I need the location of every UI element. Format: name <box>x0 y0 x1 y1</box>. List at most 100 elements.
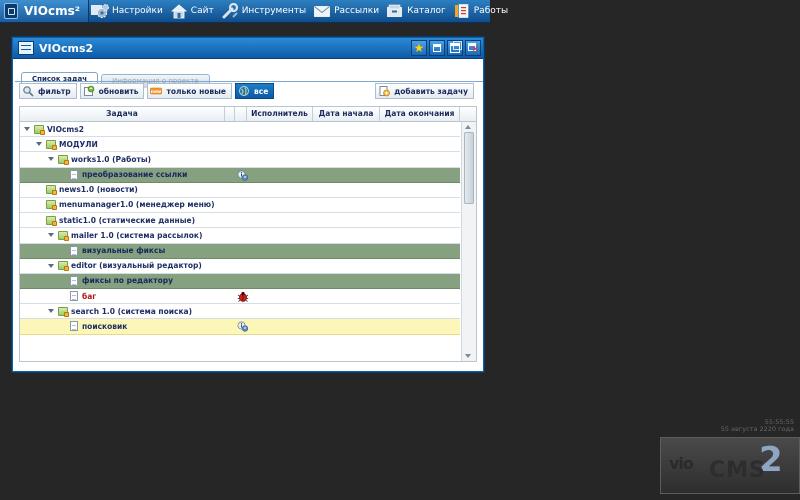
tasks-icon <box>453 3 471 19</box>
minimize-button[interactable] <box>429 40 445 56</box>
task-cell: поисковик <box>70 319 127 333</box>
lock-icon <box>4 3 18 19</box>
menu-item-mailings[interactable]: Рассылки <box>311 0 384 22</box>
project-folder-icon <box>58 230 69 241</box>
clock: 55:55:55 55 августа 2220 года <box>721 419 794 433</box>
menu-item-tools[interactable]: Инструменты <box>219 0 311 22</box>
menu-item-settings[interactable]: Настройки <box>89 0 168 22</box>
task-row[interactable]: search 1.0 (система поиска) <box>20 304 460 320</box>
column-task[interactable]: Задача <box>20 107 225 121</box>
task-cell: баг <box>70 289 96 303</box>
info-icon[interactable] <box>237 321 249 333</box>
task-cell: search 1.0 (система поиска) <box>48 304 192 318</box>
catalog-icon <box>386 3 404 19</box>
task-label: static1.0 (статические данные) <box>59 215 195 225</box>
task-cell: works1.0 (Работы) <box>48 152 151 166</box>
app-logo-text: VIOcms² <box>24 4 80 18</box>
task-cell: преобразование ссылки <box>70 168 187 182</box>
expand-arrow-icon[interactable] <box>48 157 54 162</box>
column-flag[interactable] <box>225 107 235 121</box>
project-folder-icon <box>46 215 57 226</box>
project-folder-icon <box>58 261 69 272</box>
column-end-date[interactable]: Дата окончания <box>380 107 460 121</box>
scroll-thumb[interactable] <box>464 132 474 204</box>
app-logo[interactable]: VIOcms² <box>0 0 89 22</box>
window-title: VIOcms2 <box>39 41 94 55</box>
task-document-icon <box>70 291 78 302</box>
refresh-icon <box>83 85 95 97</box>
task-row[interactable]: editor (визуальный редактор) <box>20 258 460 274</box>
expand-arrow-icon[interactable] <box>48 309 54 314</box>
task-cell: menumanager1.0 (менеджер меню) <box>36 198 215 212</box>
task-label: МОДУЛИ <box>59 139 98 149</box>
task-row[interactable]: МОДУЛИ <box>20 137 460 153</box>
task-cell: МОДУЛИ <box>36 137 98 151</box>
task-cell: editor (визуальный редактор) <box>48 259 202 273</box>
task-row[interactable]: VIOcms2 <box>20 122 460 138</box>
refresh-button[interactable]: обновить <box>79 83 145 99</box>
task-row[interactable]: преобразование ссылки <box>20 167 460 183</box>
task-label: works1.0 (Работы) <box>71 154 152 164</box>
top-menu-bar: VIOcms² Настройки Сайт Инструменты Рассы… <box>0 0 508 23</box>
task-label: фиксы по редактору <box>82 276 173 286</box>
svg-text:new: new <box>151 90 161 95</box>
task-row[interactable]: фиксы по редактору <box>20 273 460 290</box>
logo-cms-text: CMS <box>709 458 766 483</box>
task-row[interactable]: works1.0 (Работы) <box>20 152 460 168</box>
vertical-scrollbar[interactable] <box>461 122 476 361</box>
project-folder-icon <box>46 139 57 150</box>
task-label: news1.0 (новости) <box>59 185 138 195</box>
all-button[interactable]: все <box>235 83 275 99</box>
column-status[interactable] <box>235 107 247 121</box>
project-folder-icon <box>34 124 45 135</box>
maximize-button[interactable] <box>447 40 463 56</box>
column-executor[interactable]: Исполнитель <box>247 107 313 121</box>
menu-item-tasks[interactable]: Работы <box>451 0 513 22</box>
globe-icon <box>238 85 250 97</box>
scroll-down-arrow[interactable] <box>465 354 471 358</box>
close-button[interactable] <box>465 40 481 56</box>
task-row[interactable]: static1.0 (статические данные) <box>20 213 460 229</box>
expand-arrow-icon[interactable] <box>24 127 30 131</box>
task-row[interactable]: mailer 1.0 (система рассылок) <box>20 228 460 244</box>
task-cell: static1.0 (статические данные) <box>36 213 195 227</box>
new-badge-icon: new <box>150 85 163 97</box>
scroll-up-arrow[interactable] <box>465 125 471 129</box>
task-label: mailer 1.0 (система рассылок) <box>71 230 203 240</box>
task-grid: Задача Исполнитель Дата начала Дата окон… <box>19 106 477 362</box>
menu-item-catalog[interactable]: Каталог <box>384 0 451 22</box>
info-icon[interactable] <box>237 170 249 181</box>
task-document-icon <box>70 169 78 180</box>
house-icon <box>170 3 188 19</box>
filter-button[interactable]: фильтр <box>19 83 77 99</box>
bug-icon[interactable] <box>237 291 249 302</box>
task-label: menumanager1.0 (менеджер меню) <box>59 200 215 210</box>
envelope-icon <box>313 3 331 19</box>
expand-arrow-icon[interactable] <box>36 142 42 147</box>
window-titlebar[interactable]: VIOcms2 ★ <box>13 38 483 59</box>
favorite-star-button[interactable]: ★ <box>411 40 427 56</box>
only-new-button[interactable]: new только новые <box>147 83 233 99</box>
expand-arrow-icon[interactable] <box>48 263 54 268</box>
gears-icon <box>91 3 109 19</box>
task-cell: визуальные фиксы <box>70 244 165 258</box>
expand-arrow-icon[interactable] <box>48 233 54 238</box>
task-cell: VIOcms2 <box>24 122 84 136</box>
menu-item-site[interactable]: Сайт <box>168 0 219 22</box>
task-cell: mailer 1.0 (система рассылок) <box>48 228 202 242</box>
task-cell: news1.0 (новости) <box>36 183 138 197</box>
task-label: преобразование ссылки <box>82 170 188 180</box>
task-label: баг <box>82 291 97 301</box>
task-row[interactable]: визуальные фиксы <box>20 243 460 259</box>
task-row[interactable]: баг <box>20 289 460 305</box>
add-task-button[interactable]: добавить задачу <box>375 83 474 99</box>
task-row[interactable]: поисковик <box>20 319 460 335</box>
task-row[interactable]: menumanager1.0 (менеджер меню) <box>20 197 460 214</box>
add-task-icon <box>378 85 391 97</box>
project-folder-icon <box>58 306 69 317</box>
column-start-date[interactable]: Дата начала <box>313 107 380 121</box>
task-label: визуальные фиксы <box>82 246 166 255</box>
task-row[interactable]: news1.0 (новости) <box>20 182 460 198</box>
window-icon <box>18 41 34 55</box>
task-document-icon <box>70 245 78 256</box>
